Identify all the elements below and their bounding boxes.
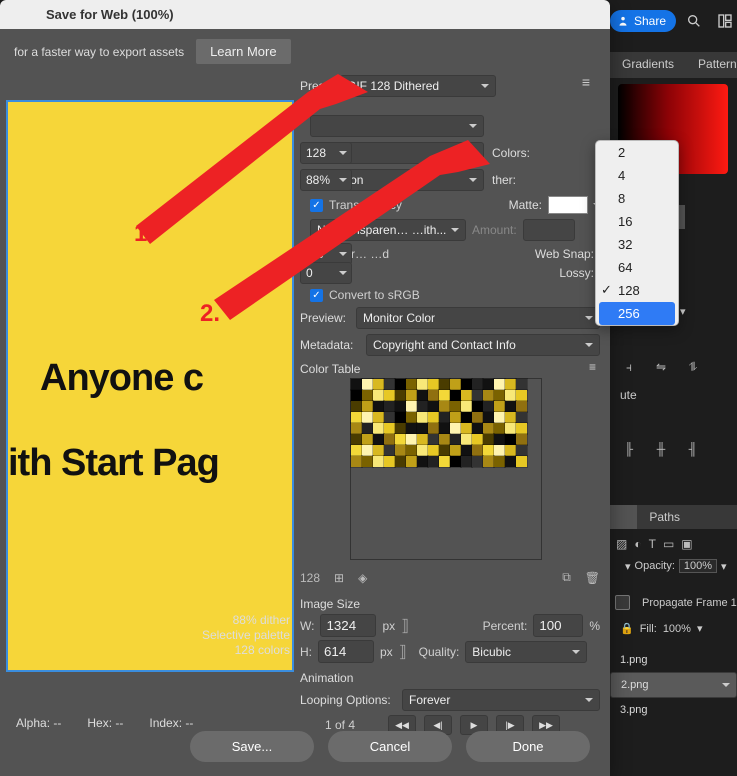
link-wh-icon2[interactable]: ⟧ bbox=[399, 642, 407, 662]
lock-icon[interactable]: 🔒 bbox=[620, 622, 634, 635]
metadata-label: Metadata: bbox=[300, 338, 366, 352]
save-button[interactable]: Save... bbox=[190, 731, 314, 762]
filter-type-icon[interactable]: T bbox=[649, 537, 656, 551]
flip-h-icon[interactable]: ⇋ bbox=[652, 358, 670, 376]
filter-adjust-icon[interactable]: ◐ bbox=[634, 537, 641, 551]
colors-dropdown-popup: 248163264128256 bbox=[595, 140, 679, 326]
color-table-label: Color Table bbox=[300, 362, 600, 376]
colors-option-32[interactable]: 32 bbox=[596, 233, 678, 256]
annotation-arrow-2 bbox=[190, 120, 490, 330]
canvas-text-line: ith Start Pag bbox=[8, 442, 292, 485]
info-dither: 88% dither bbox=[6, 613, 290, 628]
percent-label: Percent: bbox=[483, 619, 528, 633]
colors-option-64[interactable]: 64 bbox=[596, 256, 678, 279]
frame-counter: 1 of 4 bbox=[300, 718, 380, 732]
colors-option-8[interactable]: 8 bbox=[596, 187, 678, 210]
opacity-caret-icon[interactable]: ▾ bbox=[625, 560, 631, 573]
fill-label: Fill: bbox=[640, 623, 657, 635]
ute-label: ute bbox=[610, 382, 737, 408]
ct-snap-icon[interactable]: ⊞ bbox=[334, 571, 344, 585]
quality-select[interactable]: Bicubic bbox=[465, 641, 587, 663]
tab-gradients[interactable]: Gradients bbox=[610, 52, 686, 78]
tab-layers-hidden[interactable] bbox=[610, 505, 637, 529]
height-input[interactable] bbox=[318, 640, 374, 663]
layer-item[interactable]: 1.png bbox=[610, 648, 737, 672]
preset-menu-icon[interactable]: ≡ bbox=[582, 74, 590, 90]
layer-item[interactable]: 3.png bbox=[610, 698, 737, 722]
colors-label: Colors: bbox=[492, 146, 536, 160]
looping-select[interactable]: Forever bbox=[402, 689, 600, 711]
image-size-label: Image Size bbox=[300, 597, 600, 611]
share-button[interactable]: Share bbox=[610, 10, 676, 32]
filter-pixel-icon[interactable]: ▨ bbox=[616, 537, 627, 551]
opacity-dropdown-icon[interactable]: ▾ bbox=[721, 560, 727, 573]
ct-shift-icon[interactable]: ◈ bbox=[358, 571, 367, 585]
fill-dropdown-icon[interactable]: ▾ bbox=[697, 622, 703, 635]
matte-label: Matte: bbox=[509, 198, 548, 212]
h-label: H: bbox=[300, 645, 312, 659]
info-colors: 128 colors bbox=[6, 643, 290, 658]
dropdown-caret-icon[interactable]: ▾ bbox=[680, 305, 686, 318]
lossy-label: Lossy: bbox=[559, 266, 600, 280]
align-h-icon[interactable]: ⫞ bbox=[620, 358, 638, 376]
width-input[interactable] bbox=[320, 614, 376, 637]
cancel-button[interactable]: Cancel bbox=[328, 731, 452, 762]
ct-trash-icon[interactable]: 🗑 bbox=[585, 571, 600, 585]
percent-input[interactable] bbox=[533, 614, 583, 637]
fill-value[interactable]: 100% bbox=[663, 623, 691, 635]
matte-swatch[interactable] bbox=[548, 196, 588, 214]
opacity-value[interactable]: 100% bbox=[679, 559, 717, 573]
animation-label: Animation bbox=[300, 671, 600, 685]
opacity-label: Opacity: bbox=[635, 560, 675, 572]
dist-center-icon[interactable]: ╫ bbox=[652, 440, 670, 458]
metadata-select[interactable]: Copyright and Contact Info bbox=[366, 334, 600, 356]
annotation-number-1: 1. bbox=[134, 220, 154, 247]
filter-smart-icon[interactable]: ▣ bbox=[681, 537, 692, 551]
alpha-readout: Alpha: -- bbox=[16, 716, 61, 730]
dist-left-icon[interactable]: ╟ bbox=[620, 440, 638, 458]
index-readout: Index: -- bbox=[149, 716, 193, 730]
tab-paths[interactable]: Paths bbox=[637, 505, 692, 529]
colors-option-16[interactable]: 16 bbox=[596, 210, 678, 233]
annotation-number-2: 2. bbox=[200, 300, 220, 327]
flip-v-icon[interactable]: ⥮ bbox=[684, 358, 702, 376]
workspace-icon[interactable] bbox=[713, 8, 737, 34]
colors-option-256[interactable]: 256 bbox=[599, 302, 675, 325]
color-table-grid[interactable] bbox=[350, 378, 542, 560]
ct-count: 128 bbox=[300, 571, 320, 585]
tab-patterns[interactable]: Patterns bbox=[686, 52, 737, 78]
link-wh-icon[interactable]: ⟧ bbox=[401, 616, 409, 636]
layer-item[interactable]: 2.png bbox=[610, 672, 737, 698]
search-icon[interactable] bbox=[682, 8, 706, 34]
share-label: Share bbox=[634, 14, 666, 28]
looping-label: Looping Options: bbox=[300, 693, 402, 707]
dialog-title: Save for Web (100%) bbox=[0, 0, 610, 29]
w-label: W: bbox=[300, 619, 314, 633]
color-table-menu-icon[interactable]: ≡ bbox=[589, 360, 596, 374]
colors-option-2[interactable]: 2 bbox=[596, 141, 678, 164]
ct-new-icon[interactable]: ⧉ bbox=[562, 570, 571, 585]
propagate-checkbox[interactable] bbox=[615, 595, 630, 610]
colors-option-128[interactable]: 128 bbox=[596, 279, 678, 302]
websnap-label: Web Snap: bbox=[535, 247, 600, 261]
propagate-label: Propagate Frame 1 bbox=[642, 597, 737, 609]
done-button[interactable]: Done bbox=[466, 731, 590, 762]
amount-field bbox=[523, 219, 575, 241]
dither-label: ther: bbox=[492, 173, 522, 187]
filter-shape-icon[interactable]: ▭ bbox=[663, 537, 674, 551]
dist-right-icon[interactable]: ╢ bbox=[684, 440, 702, 458]
colors-option-4[interactable]: 4 bbox=[596, 164, 678, 187]
canvas-text-line: Anyone c bbox=[8, 357, 292, 400]
info-palette: Selective palette bbox=[6, 628, 290, 643]
quality-label: Quality: bbox=[419, 645, 460, 659]
hex-readout: Hex: -- bbox=[87, 716, 123, 730]
